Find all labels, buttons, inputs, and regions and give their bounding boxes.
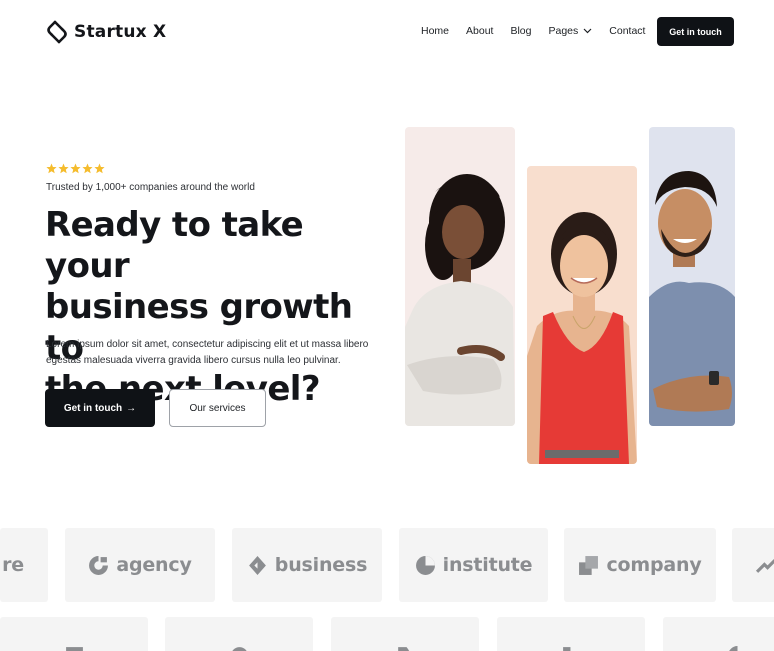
logo-tile-partial — [732, 528, 774, 602]
get-in-touch-label: Get in touch — [63, 402, 123, 414]
startux-logo-icon — [47, 20, 67, 44]
rating-stars — [46, 163, 105, 174]
logo-tile-institute: institute — [399, 528, 548, 602]
star-icon — [94, 163, 105, 174]
company-logo-icon — [579, 555, 599, 575]
portrait-image — [405, 174, 515, 426]
brand-label: institute — [442, 554, 533, 576]
headline-line: Ready to take your — [45, 205, 304, 286]
institute-logo-icon — [415, 555, 435, 575]
brand-label: agency — [116, 554, 192, 576]
partial-logo-icon — [562, 647, 570, 651]
trusted-text: Trusted by 1,000+ companies around the w… — [46, 182, 255, 193]
nav-blog[interactable]: Blog — [510, 25, 531, 37]
agency-logo-icon — [89, 555, 109, 575]
logo-tile-partial — [165, 617, 313, 651]
hero-headline: Ready to take your business growth to th… — [45, 205, 390, 410]
partial-logo-icon — [65, 647, 83, 651]
star-icon — [58, 163, 69, 174]
star-icon — [46, 163, 57, 174]
chevron-down-icon — [583, 28, 592, 34]
logo-tile-company: company — [564, 528, 716, 602]
portrait-image — [527, 212, 637, 464]
logo-tile-partial — [497, 617, 645, 651]
partial-logo-icon — [728, 646, 737, 651]
portrait-image — [649, 171, 735, 426]
brand-label: company — [606, 554, 702, 576]
nav-home[interactable]: Home — [421, 25, 449, 37]
brand-logo[interactable]: Startux X — [46, 19, 166, 45]
partial-logo-icon — [397, 647, 409, 651]
portrait-card-smiling-man — [649, 127, 735, 426]
get-in-touch-button[interactable]: Get in touch → — [45, 389, 155, 427]
logo-tile-business: business — [232, 528, 382, 602]
main-nav: Home About Blog Pages Contact — [421, 25, 662, 37]
hero-description: Lorem ipsum dolor sit amet, consectetur … — [46, 337, 381, 369]
partial-logo-icon — [231, 647, 247, 651]
description-line: Lorem ipsum dolor sit amet, consectetur … — [46, 339, 369, 350]
star-icon — [82, 163, 93, 174]
portrait-card-smiling-woman — [527, 166, 637, 464]
business-logo-icon — [248, 555, 266, 575]
logo-tile-agency: agency — [65, 528, 215, 602]
description-line: egestas malesuada viverra gravida libero… — [46, 355, 341, 366]
nav-pages[interactable]: Pages — [548, 25, 592, 37]
nav-contact[interactable]: Contact — [609, 25, 645, 37]
logo-tile-partial — [0, 617, 148, 651]
logo-tile-partial — [663, 617, 774, 651]
brand-name: Startux X — [74, 22, 167, 42]
arrow-right-icon: → — [126, 402, 137, 414]
trend-logo-icon — [756, 558, 774, 573]
brand-label: business — [274, 554, 368, 576]
get-in-touch-header-button[interactable]: Get in touch — [657, 17, 734, 46]
logo-tile-partial: re — [0, 528, 48, 602]
nav-about[interactable]: About — [466, 25, 493, 37]
logo-tile-partial — [331, 617, 479, 651]
portrait-card-woman-curly-hair — [405, 127, 515, 426]
brand-label: re — [2, 554, 24, 576]
star-icon — [70, 163, 81, 174]
our-services-button[interactable]: Our services — [169, 389, 266, 427]
nav-pages-label: Pages — [548, 25, 579, 37]
